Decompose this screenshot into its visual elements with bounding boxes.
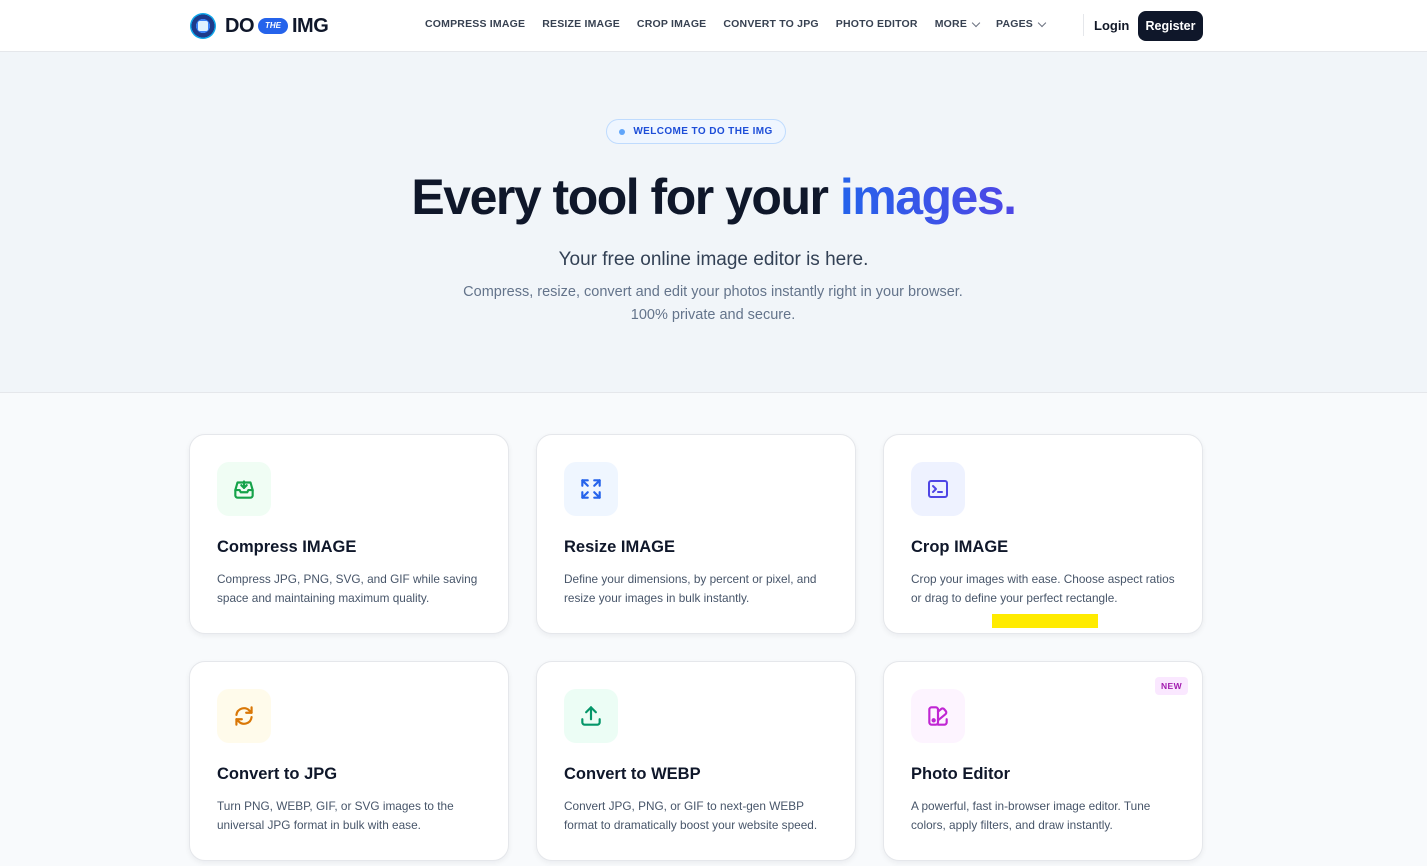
hero-title: Every tool for your images. — [0, 168, 1427, 226]
tool-card-title: Convert to WEBP — [564, 765, 701, 783]
nav-pages-dropdown[interactable]: PAGES — [996, 18, 1047, 30]
palette-edit-icon — [911, 689, 965, 743]
new-badge: NEW — [1154, 677, 1188, 695]
nav-crop-image[interactable]: CROP IMAGE — [637, 18, 706, 30]
crop-frame-icon — [911, 462, 965, 516]
brand-logo[interactable]: DO THE IMG — [190, 11, 329, 41]
tool-card-photo-editor[interactable]: NEW Photo Editor A powerful, fast in-bro… — [883, 661, 1203, 861]
nav-compress-image[interactable]: COMPRESS IMAGE — [425, 18, 525, 30]
tool-card-description: Define your dimensions, by percent or pi… — [564, 572, 817, 605]
tool-card-title: Resize IMAGE — [564, 538, 675, 556]
highlight-marker — [992, 614, 1098, 628]
chevron-down-icon — [1037, 18, 1047, 27]
tool-card-convert-jpg[interactable]: Convert to JPG Turn PNG, WEBP, GIF, or S… — [189, 661, 509, 861]
tool-card-title: Compress IMAGE — [217, 538, 357, 556]
logo-text-the: THE — [258, 18, 288, 34]
hero-description: Compress, resize, convert and edit your … — [463, 284, 963, 323]
site-header: DO THE IMG COMPRESS IMAGE RESIZE IMAGE C… — [0, 0, 1427, 52]
download-tray-icon — [217, 462, 271, 516]
logo-mark-icon — [190, 13, 216, 39]
tool-card-description: Turn PNG, WEBP, GIF, or SVG images to th… — [217, 799, 454, 832]
badge-dot-icon — [619, 128, 626, 135]
welcome-badge-text: WELCOME TO DO THE IMG — [633, 126, 773, 137]
nav-photo-editor[interactable]: PHOTO EDITOR — [836, 18, 918, 30]
chevron-down-icon — [971, 18, 981, 27]
tool-card-compress[interactable]: Compress IMAGE Compress JPG, PNG, SVG, a… — [189, 434, 509, 634]
tool-card-title: Convert to JPG — [217, 765, 338, 783]
hero-title-main: Every tool for your — [411, 169, 840, 225]
nav-more-label: MORE — [934, 18, 968, 30]
hero-subtitle: Your free online image editor is here. — [558, 249, 869, 270]
tool-card-description: Crop your images with ease. Choose aspec… — [911, 572, 1175, 605]
tool-card-crop[interactable]: Crop IMAGE Crop your images with ease. C… — [883, 434, 1203, 634]
register-button[interactable]: Register — [1138, 11, 1203, 41]
refresh-arrows-icon — [217, 689, 271, 743]
tool-card-description: Compress JPG, PNG, SVG, and GIF while sa… — [217, 572, 478, 605]
upload-arrow-icon — [564, 689, 618, 743]
nav-more-dropdown[interactable]: MORE — [934, 18, 981, 30]
nav-convert-to-jpg[interactable]: CONVERT TO JPG — [723, 18, 818, 30]
nav-pages-label: PAGES — [996, 18, 1034, 30]
tool-card-title: Photo Editor — [911, 765, 1010, 783]
tool-card-resize[interactable]: Resize IMAGE Define your dimensions, by … — [536, 434, 856, 634]
logo-text-img: IMG — [292, 14, 329, 37]
welcome-badge: WELCOME TO DO THE IMG — [606, 119, 786, 144]
tool-card-description: Convert JPG, PNG, or GIF to next-gen WEB… — [564, 799, 818, 832]
nav-resize-image[interactable]: RESIZE IMAGE — [542, 18, 620, 30]
login-link[interactable]: Login — [1094, 18, 1129, 33]
logo-text-do: DO — [225, 14, 255, 37]
main-nav: COMPRESS IMAGE RESIZE IMAGE CROP IMAGE C… — [425, 18, 1062, 30]
hero-section: WELCOME TO DO THE IMG Every tool for you… — [0, 52, 1427, 393]
tool-card-title: Crop IMAGE — [911, 538, 1009, 556]
tool-card-description: A powerful, fast in-browser image editor… — [911, 799, 1151, 832]
hero-title-accent: images. — [839, 169, 1017, 225]
expand-arrows-icon — [564, 462, 618, 516]
tool-card-convert-webp[interactable]: Convert to WEBP Convert JPG, PNG, or GIF… — [536, 661, 856, 861]
header-divider — [1083, 14, 1084, 36]
